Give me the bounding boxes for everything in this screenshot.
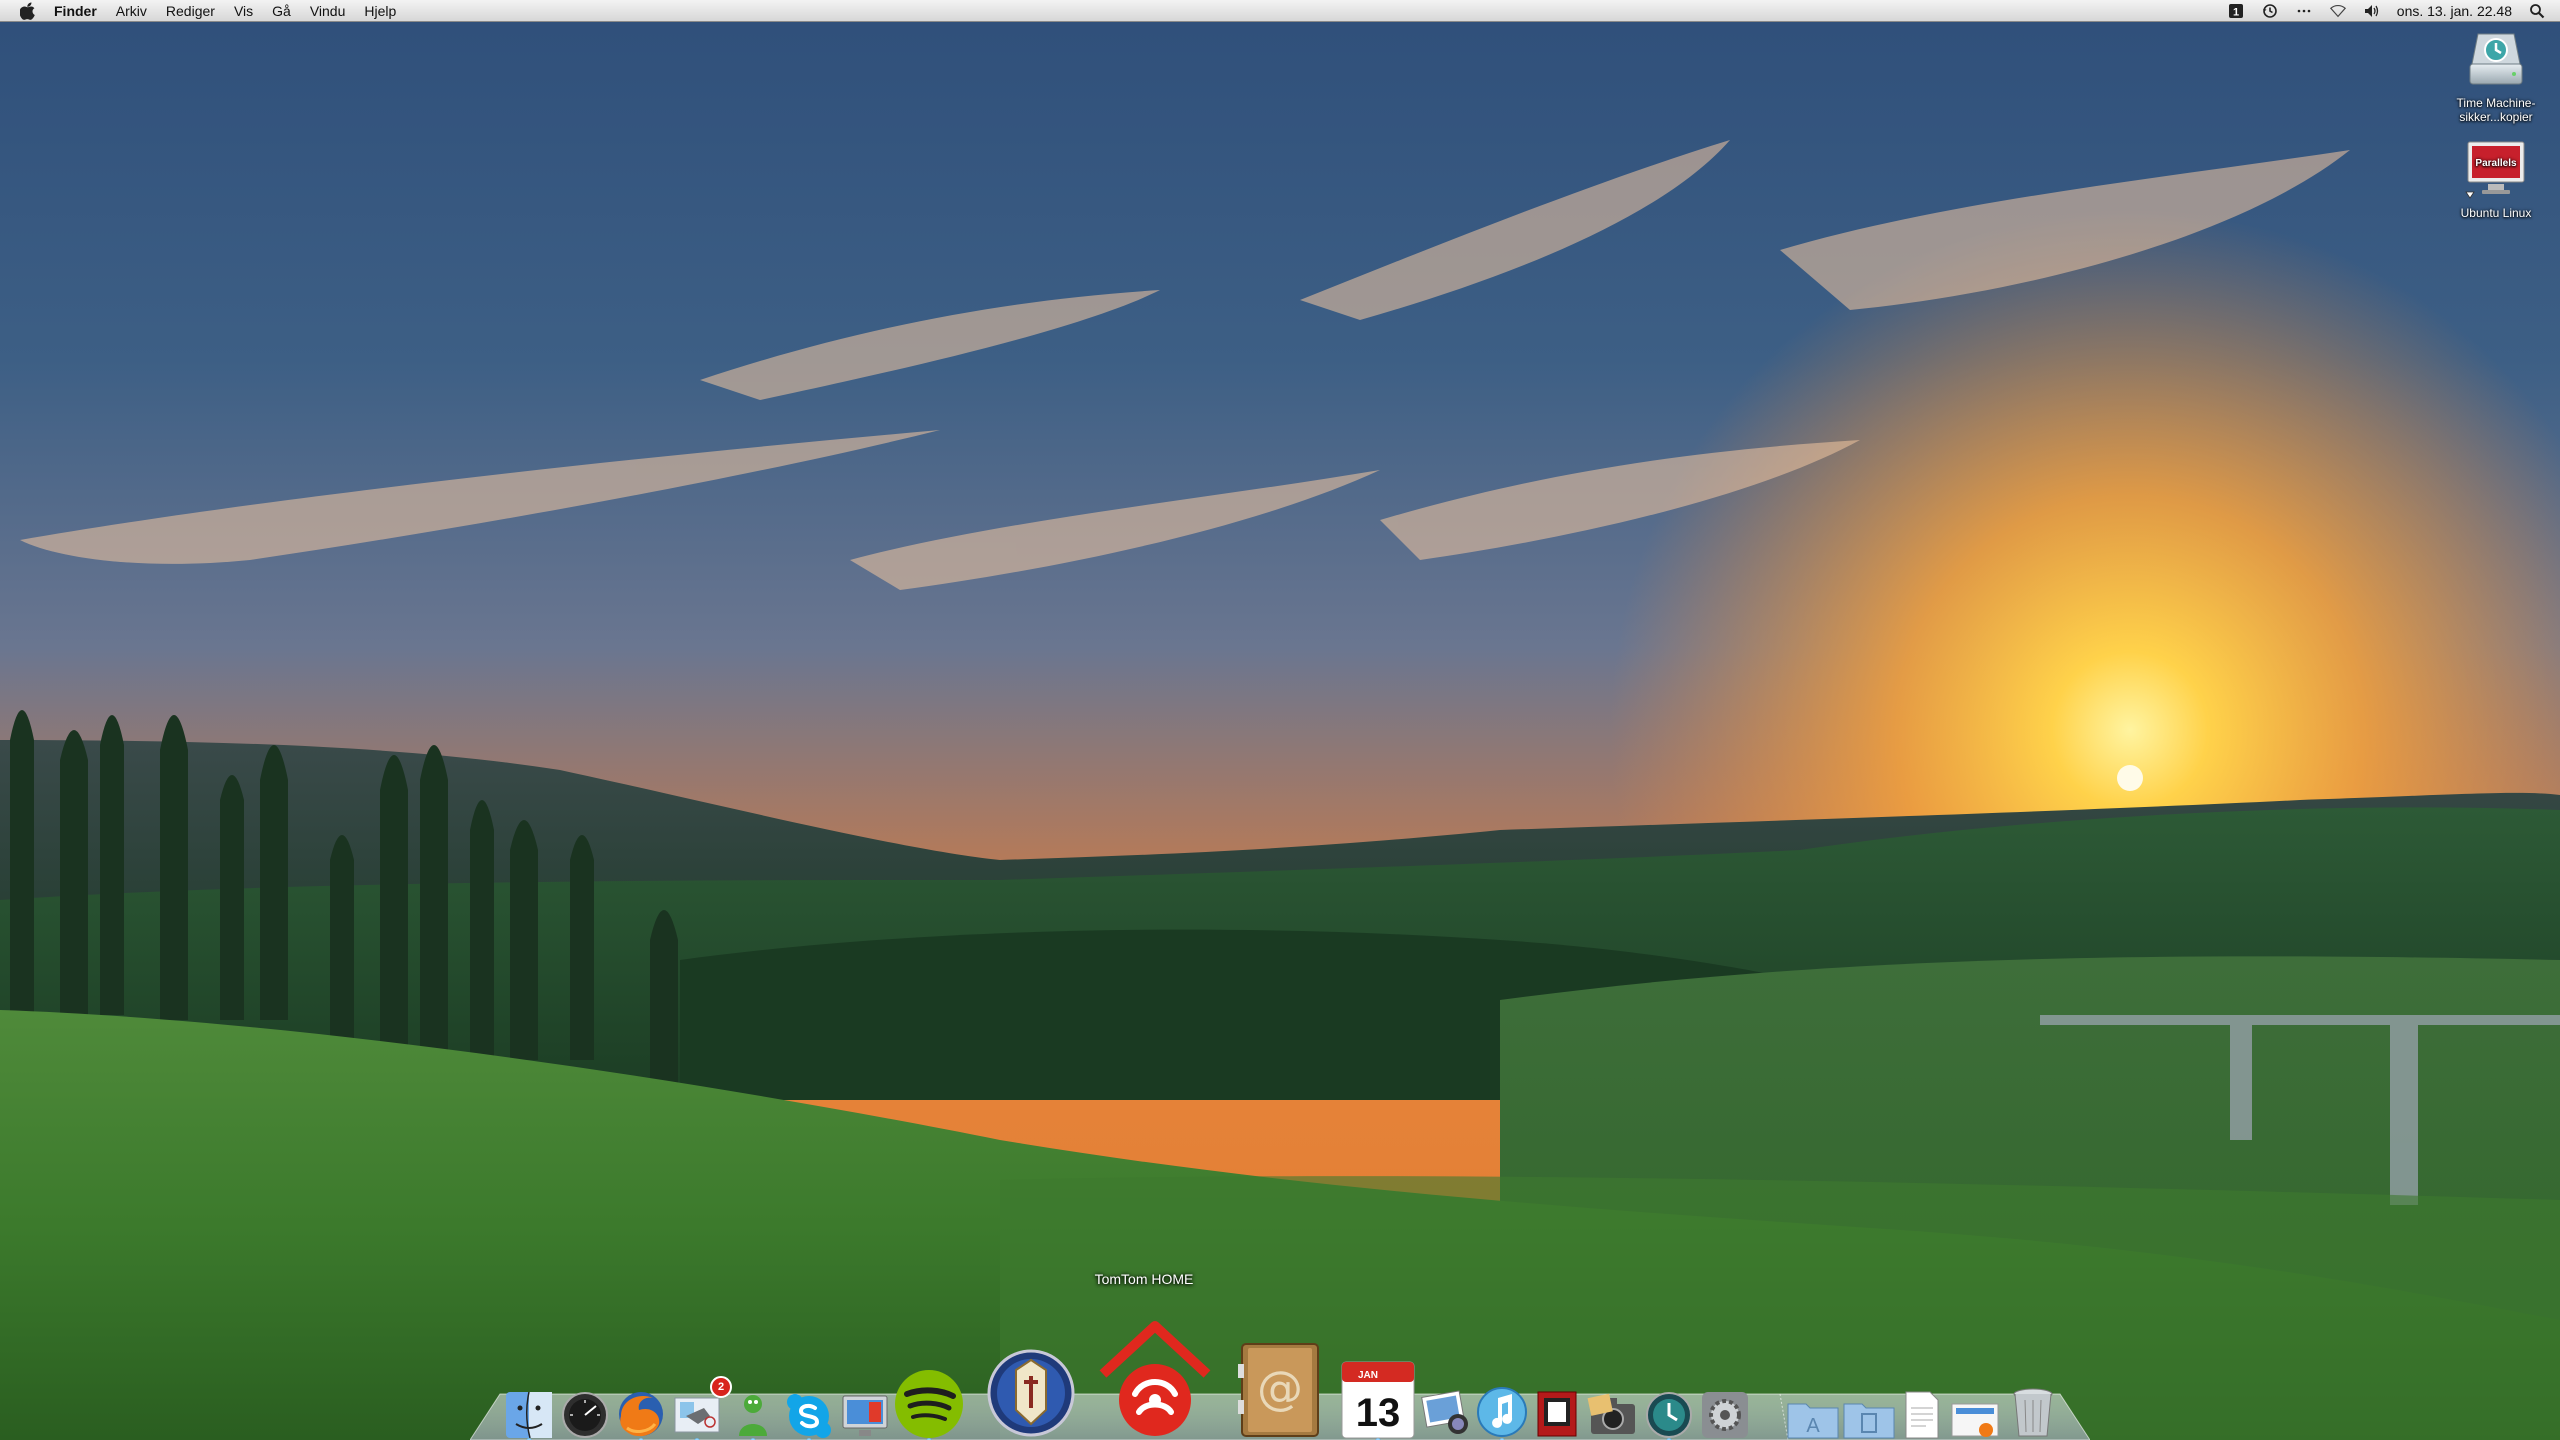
menu-clock[interactable]: ons. 13. jan. 22.48 (2397, 3, 2512, 19)
dock-item-photo-booth-2[interactable] (1528, 1382, 1586, 1440)
menu-vis[interactable]: Vis (234, 0, 253, 22)
svg-text:@: @ (1257, 1361, 1303, 1415)
desktop-icon-ubuntu-linux[interactable]: Parallels Ubuntu Linux (2446, 138, 2546, 220)
finder-icon (506, 1391, 552, 1439)
dock-item-dashboard[interactable] (556, 1382, 614, 1440)
dock-item-photo-booth[interactable] (836, 1382, 894, 1440)
time-machine-drive-icon (2464, 28, 2528, 92)
documents-folder-icon (1843, 1403, 1895, 1439)
dock-item-mail[interactable]: 2 (668, 1376, 732, 1440)
wifi-icon[interactable] (2329, 2, 2347, 20)
menu-ga[interactable]: Gå (272, 0, 291, 22)
tomtom-home-icon (1099, 1321, 1211, 1436)
menu-hjelp[interactable]: Hjelp (364, 0, 396, 22)
downloads-stack-icon (1951, 1403, 1999, 1437)
dock-item-system-preferences[interactable] (1696, 1382, 1754, 1440)
dock-item-iphoto[interactable] (1416, 1380, 1476, 1440)
menu-bar: Finder Arkiv Rediger Vis Gå Vindu Hjelp … (0, 0, 2560, 22)
photo-booth-red-icon (1537, 1391, 1577, 1437)
gear-icon (1702, 1392, 1748, 1438)
desktop-wallpaper (0, 0, 2560, 1440)
menu-arkiv[interactable]: Arkiv (116, 0, 147, 22)
dashboard-icon (562, 1392, 608, 1438)
dock-item-skype[interactable] (780, 1382, 838, 1440)
desktop-icon-time-machine[interactable]: Time Machine-sikker...kopier (2446, 28, 2546, 124)
address-book-icon: @ (1238, 1343, 1319, 1437)
desktop-icon-label: Time Machine-sikker...kopier (2456, 96, 2536, 124)
ical-day: 13 (1356, 1391, 1401, 1435)
apple-icon[interactable] (18, 1, 38, 21)
dock-tooltip: TomTom HOME (1094, 1271, 1194, 1287)
dock-item-age-of-empires[interactable] (984, 1342, 1078, 1440)
skype-icon (787, 1394, 831, 1438)
text-document-icon (1905, 1391, 1939, 1439)
dock-item-adium[interactable] (724, 1382, 782, 1440)
dock-item-tomtom-home[interactable] (1090, 1310, 1220, 1440)
dock-item-trash[interactable] (2004, 1376, 2062, 1440)
bluetooth-icon[interactable] (2295, 2, 2313, 20)
iphoto-icon (1421, 1390, 1468, 1434)
parallels-vm-icon: Parallels (2464, 138, 2528, 202)
menu-vindu[interactable]: Vindu (310, 0, 346, 22)
input-source-icon[interactable]: 1 (2227, 2, 2245, 20)
time-machine-app-icon (1646, 1392, 1692, 1438)
dock-item-firefox[interactable] (612, 1382, 670, 1440)
dock-item-downloads-stack[interactable] (1946, 1382, 2004, 1440)
dock-item-applications-stack[interactable]: A (1784, 1382, 1842, 1440)
desktop-icon-label: Ubuntu Linux (2460, 206, 2532, 220)
input-source-glyph: 1 (2233, 7, 2239, 19)
dock-item-address-book[interactable]: @ (1230, 1336, 1328, 1440)
photo-booth-icon (842, 1395, 888, 1436)
volume-icon[interactable] (2363, 2, 2381, 20)
trash-icon (2013, 1388, 2053, 1437)
itunes-icon (1477, 1387, 1527, 1437)
spotify-icon (895, 1370, 963, 1438)
dock-item-itunes[interactable] (1472, 1380, 1532, 1440)
dock-item-text-document[interactable] (1896, 1382, 1948, 1440)
dock-item-ical[interactable]: JAN 13 (1336, 1352, 1420, 1440)
dock-item-time-machine[interactable] (1640, 1382, 1698, 1440)
firefox-icon (619, 1392, 663, 1437)
image-capture-icon (1587, 1393, 1635, 1434)
parallels-logo-text: Parallels (2475, 158, 2517, 169)
mail-icon (674, 1397, 720, 1433)
ical-month: JAN (1358, 1370, 1378, 1381)
dock-item-documents-stack[interactable] (1840, 1382, 1898, 1440)
age-of-empires-icon (987, 1349, 1075, 1437)
spotlight-icon[interactable] (2528, 2, 2546, 20)
dock-item-image-capture[interactable] (1584, 1382, 1642, 1440)
dock: 2 @ JAN 13 A (500, 1300, 2060, 1440)
dock-item-spotify[interactable] (890, 1362, 968, 1440)
ical-icon: JAN 13 (1341, 1361, 1415, 1439)
svg-text:A: A (1806, 1415, 1820, 1437)
menu-app-finder[interactable]: Finder (54, 0, 97, 22)
applications-folder-icon: A (1787, 1403, 1839, 1439)
time-machine-icon[interactable] (2261, 2, 2279, 20)
menu-rediger[interactable]: Rediger (166, 0, 215, 22)
dock-item-finder[interactable] (500, 1382, 558, 1440)
adium-icon (739, 1395, 767, 1436)
